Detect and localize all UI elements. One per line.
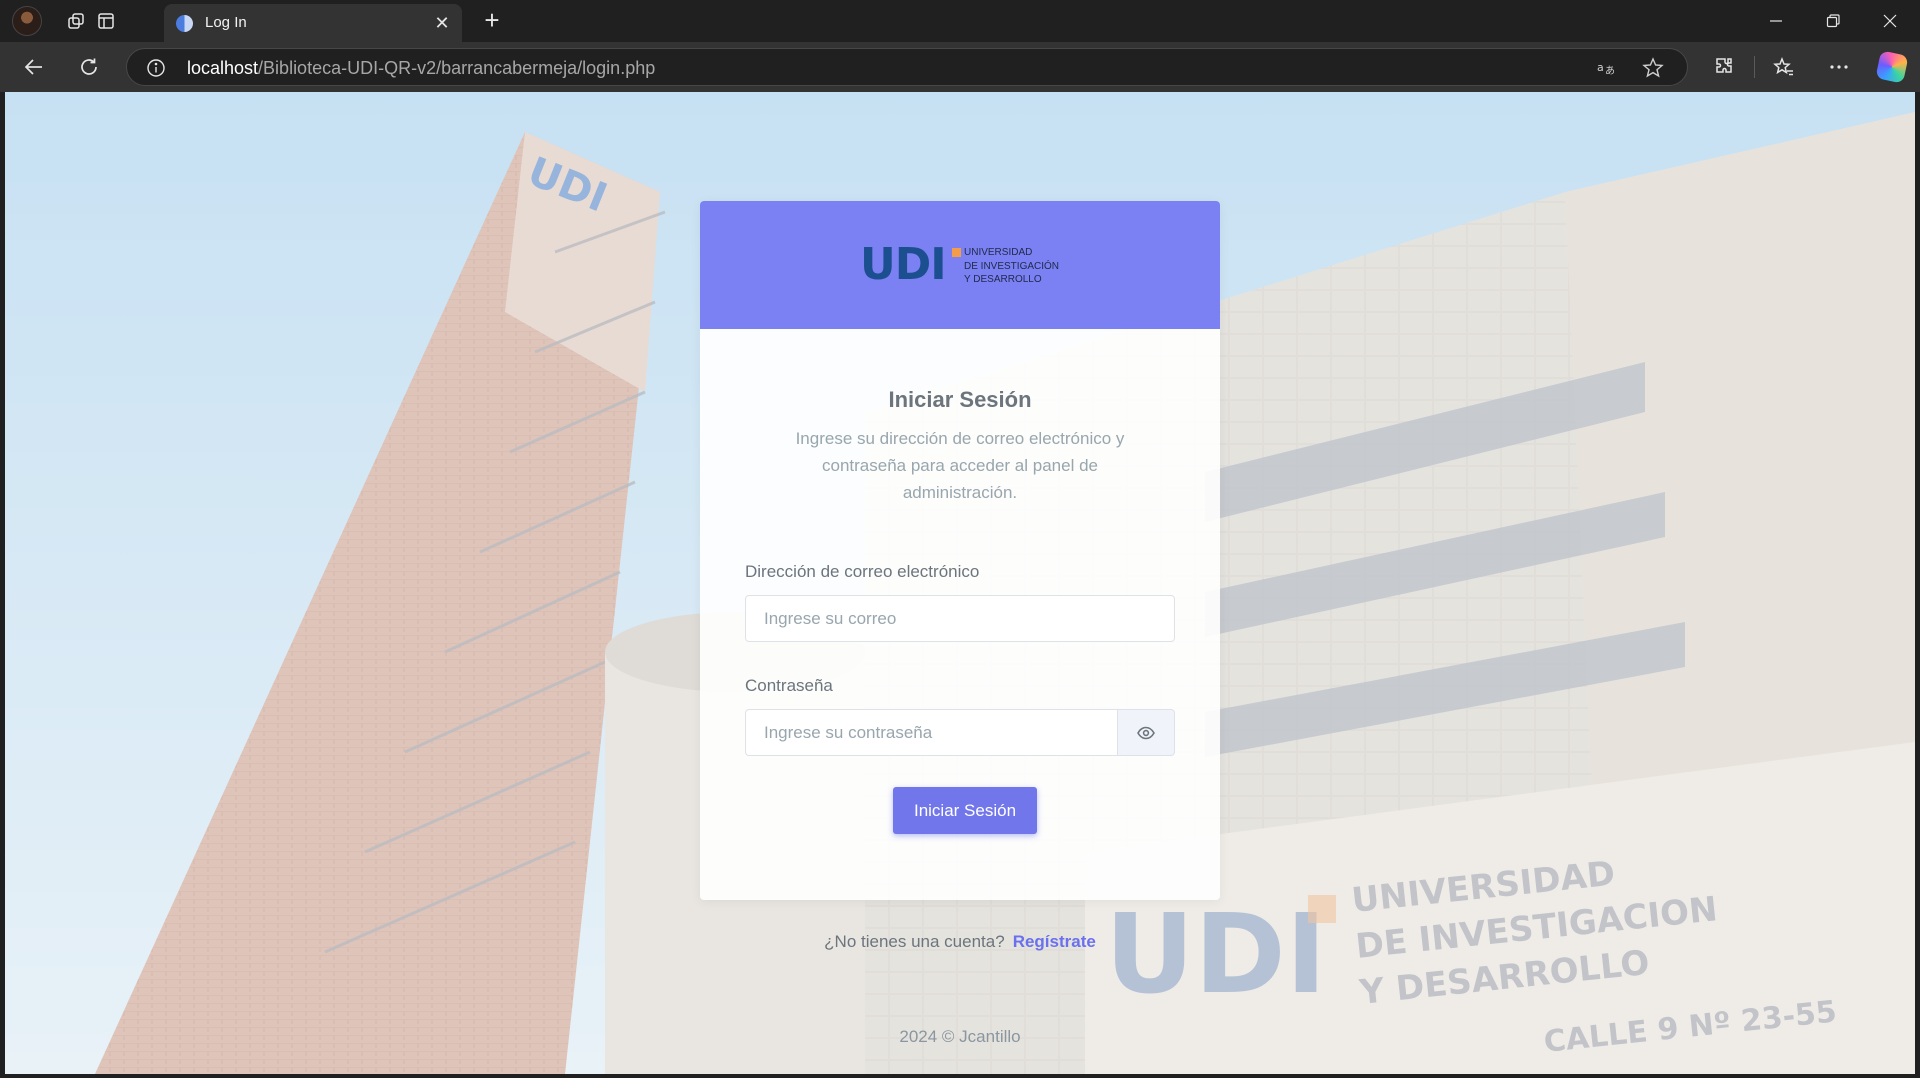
tab-title: Log In: [205, 14, 247, 31]
url-text[interactable]: localhost/Biblioteca-UDI-QR-v2/barrancab…: [187, 58, 655, 79]
browser-toolbar: localhost/Biblioteca-UDI-QR-v2/barrancab…: [0, 42, 1920, 92]
extensions-icon[interactable]: [1708, 51, 1740, 83]
favorites-icon[interactable]: [1768, 51, 1800, 83]
browser-tab-bar: Log In ✕ +: [0, 0, 1920, 42]
logo-line-2: DE INVESTIGACIÓN: [964, 260, 1060, 272]
svg-text:あ: あ: [1605, 65, 1615, 77]
email-label: Dirección de correo electrónico: [745, 562, 980, 581]
email-field[interactable]: [745, 595, 1175, 642]
page-footer: 2024 © Jcantillo: [899, 1027, 1021, 1046]
login-card: UDI UNIVERSIDAD DE INVESTIGACIÓN Y DESAR…: [700, 201, 1220, 900]
card-header: UDI UNIVERSIDAD DE INVESTIGACIÓN Y DESAR…: [700, 201, 1220, 329]
password-group: [745, 709, 1175, 756]
browser-tab-active[interactable]: Log In ✕: [164, 4, 462, 42]
tab-actions-icon[interactable]: [92, 7, 120, 35]
show-password-button[interactable]: [1117, 709, 1175, 756]
tab-close-icon[interactable]: ✕: [432, 13, 452, 33]
svg-text:a: a: [1597, 61, 1604, 74]
password-field[interactable]: [745, 709, 1118, 756]
logo-mark: UDI: [860, 239, 947, 290]
restore-button[interactable]: [1805, 0, 1861, 42]
login-button[interactable]: Iniciar Sesión: [893, 787, 1037, 834]
address-bar[interactable]: localhost/Biblioteca-UDI-QR-v2/barrancab…: [126, 48, 1688, 86]
logo-wordmark: UNIVERSIDAD DE INVESTIGACIÓN Y DESARROLL…: [964, 246, 1059, 287]
logo-line-1: UNIVERSIDAD: [964, 247, 1033, 258]
favorite-star-icon[interactable]: [1642, 57, 1664, 79]
back-button[interactable]: [18, 51, 50, 83]
workspaces-icon[interactable]: [62, 7, 90, 35]
login-title: Iniciar Sesión: [888, 387, 1032, 412]
more-options-icon[interactable]: [1823, 51, 1855, 83]
register-link[interactable]: Regístrate: [1013, 932, 1096, 951]
password-label: Contraseña: [745, 676, 833, 695]
new-tab-button[interactable]: +: [478, 7, 506, 35]
minimize-button[interactable]: [1748, 0, 1804, 42]
eye-icon: [1137, 726, 1155, 739]
email-input[interactable]: [746, 596, 1174, 641]
logo-orange-square: [952, 248, 961, 257]
read-aloud-icon[interactable]: aあ: [1596, 57, 1618, 79]
url-host: localhost: [187, 58, 259, 78]
register-text: ¿No tienes una cuenta?: [824, 932, 1005, 951]
tab-favicon-icon: [176, 15, 193, 32]
toolbar-separator: [1754, 56, 1755, 78]
close-window-button[interactable]: [1862, 0, 1918, 42]
site-info-icon[interactable]: [146, 58, 166, 78]
reload-button[interactable]: [73, 51, 105, 83]
copilot-icon[interactable]: [1875, 50, 1909, 84]
page-viewport: UDI UDI UNIVERSIDAD DE INVESTIGACION Y D…: [5, 92, 1915, 1074]
url-path: /Biblioteca-UDI-QR-v2/barrancabermeja/lo…: [258, 58, 656, 78]
password-input[interactable]: [746, 710, 1117, 755]
login-subtitle: Ingrese su dirección de correo electróni…: [795, 429, 1125, 502]
udi-logo: UDI UNIVERSIDAD DE INVESTIGACIÓN Y DESAR…: [860, 241, 1060, 289]
logo-line-3: Y DESARROLLO: [964, 274, 1042, 285]
register-prompt: ¿No tienes una cuenta? Regístrate: [5, 932, 1915, 952]
profile-avatar[interactable]: [12, 6, 42, 36]
